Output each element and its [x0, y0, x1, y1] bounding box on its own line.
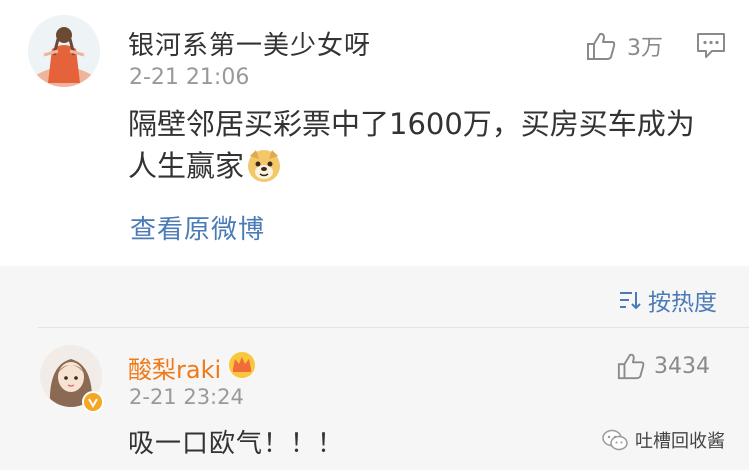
doge-emoji-icon	[246, 147, 282, 183]
divider	[38, 327, 749, 328]
verified-badge	[82, 391, 104, 413]
like-count: 3434	[654, 353, 710, 379]
username-text: 酸梨raki	[128, 356, 222, 384]
like-count: 3万	[627, 36, 663, 61]
wechat-icon	[602, 429, 628, 451]
thumbs-up-icon	[617, 353, 645, 380]
sort-label: 按热度	[648, 290, 717, 316]
comment-body: 隔壁邻居买彩票中了1600万，买房买车成为人生赢家	[128, 107, 695, 183]
comment-icon	[697, 33, 725, 58]
reply-button[interactable]	[696, 31, 726, 63]
watermark-text: 吐槽回收酱	[635, 431, 725, 452]
like-button[interactable]: 3万	[585, 30, 663, 62]
avatar-figure-icon	[28, 15, 100, 87]
thumbs-up-icon	[587, 32, 616, 60]
watermark: 吐槽回收酱	[601, 427, 725, 453]
top-comment-card: 银河系第一美少女呀 2-21 21:06 3万 隔壁邻居买彩票中了1600万，买…	[0, 0, 749, 266]
v-icon	[88, 398, 98, 408]
comment-body: 吸一口欧气！！！	[128, 429, 345, 459]
timestamp: 2-21 21:06	[129, 65, 250, 90]
timestamp: 2-21 23:24	[129, 385, 244, 409]
sort-icon	[620, 292, 641, 310]
comment-text: 隔壁邻居买彩票中了1600万，买房买车成为人生赢家	[128, 103, 723, 187]
username[interactable]: 酸梨raki	[128, 350, 257, 385]
avatar[interactable]	[28, 15, 100, 87]
username[interactable]: 银河系第一美少女呀	[128, 25, 371, 62]
view-original-post-link[interactable]: 查看原微博	[130, 209, 265, 246]
like-button[interactable]: 3434	[616, 352, 710, 380]
sort-by-hot-button[interactable]: 按热度	[618, 283, 717, 317]
vip-crown-icon	[227, 351, 257, 385]
